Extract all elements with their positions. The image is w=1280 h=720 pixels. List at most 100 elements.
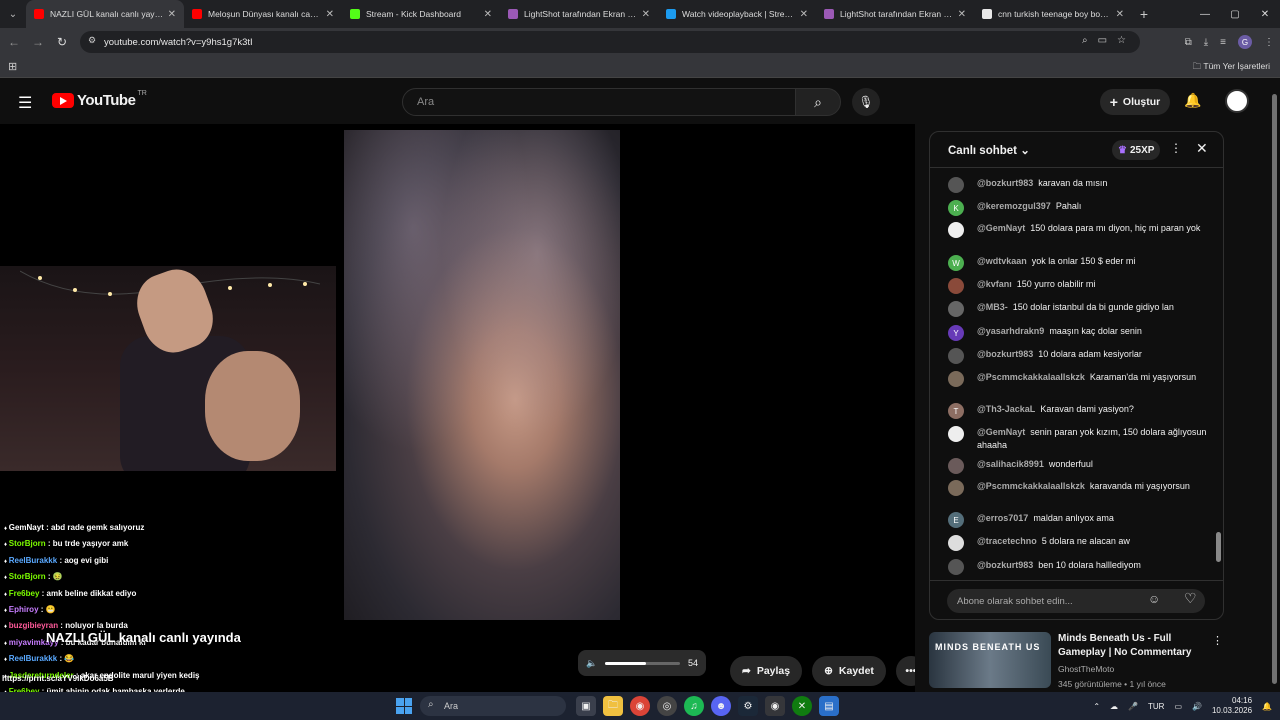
tab-close-icon[interactable]: ✕ bbox=[326, 9, 334, 20]
browser-menu-icon[interactable]: ⋮ bbox=[1264, 37, 1274, 48]
chat-avatar[interactable]: T bbox=[948, 403, 964, 419]
chat-options-icon[interactable]: ⋮ bbox=[1170, 141, 1182, 155]
chat-username[interactable]: @kvfanı bbox=[977, 279, 1012, 289]
chat-username[interactable]: @wdtvkaan bbox=[977, 256, 1027, 266]
chat-scrollbar-thumb[interactable] bbox=[1216, 532, 1221, 562]
chat-avatar[interactable]: K bbox=[948, 200, 964, 216]
chat-message[interactable]: T @Th3-JackaL Karavan dami yasiyon? bbox=[948, 403, 1208, 419]
chat-username[interactable]: @GemNayt bbox=[977, 427, 1025, 437]
cloud-icon[interactable]: ☁ bbox=[1110, 702, 1118, 711]
recommended-channel[interactable]: GhostTheMoto bbox=[1058, 664, 1114, 674]
chat-username[interactable]: @Pscmmckakkalaallskzk bbox=[977, 372, 1085, 382]
all-bookmarks-link[interactable]: 🗀 Tüm Yer İşaretleri bbox=[1193, 61, 1270, 75]
minimize-icon[interactable]: — bbox=[1190, 9, 1220, 20]
xbox-icon[interactable]: ✕ bbox=[792, 696, 812, 716]
chat-message[interactable]: @salihacik8991 wonderfuul bbox=[948, 458, 1208, 474]
windows-start-icon[interactable] bbox=[396, 698, 412, 714]
browser-tab[interactable]: Watch videoplayback | Streamable ✕ bbox=[658, 0, 816, 28]
reading-list-icon[interactable]: ≡ bbox=[1220, 37, 1226, 48]
chat-message[interactable]: @GemNayt 150 dolara para mı diyon, hiç mi… bbox=[948, 222, 1208, 238]
tab-close-icon[interactable]: ✕ bbox=[484, 9, 492, 20]
steam-icon[interactable]: ⚙ bbox=[738, 696, 758, 716]
search-input[interactable]: Ara bbox=[402, 88, 796, 116]
chat-username[interactable]: @GemNayt bbox=[977, 223, 1025, 233]
voice-search-button[interactable]: 🎙 bbox=[852, 88, 880, 116]
chat-avatar[interactable] bbox=[948, 371, 964, 387]
chat-username[interactable]: @Th3-JackaL bbox=[977, 404, 1035, 414]
reload-icon[interactable]: ↻ bbox=[50, 35, 74, 49]
new-tab-button[interactable]: + bbox=[1132, 6, 1156, 22]
page-scrollbar-thumb[interactable] bbox=[1272, 94, 1277, 684]
save-button[interactable]: ⊕ Kaydet bbox=[812, 656, 886, 686]
menu-hamburger-icon[interactable]: ☰ bbox=[18, 93, 32, 113]
tab-close-icon[interactable]: ✕ bbox=[168, 9, 176, 20]
apps-grid-icon[interactable]: ⊞ bbox=[8, 60, 17, 73]
chat-username[interactable]: @erros7017 bbox=[977, 513, 1028, 523]
chat-message[interactable]: W @wdtvkaan yok la onlar 150 $ eder mi bbox=[948, 255, 1208, 271]
task-view-icon[interactable]: ▣ bbox=[576, 696, 596, 716]
volume-slider[interactable] bbox=[605, 661, 680, 665]
notifications-bell-icon[interactable]: 🔔 bbox=[1184, 92, 1201, 109]
language-indicator[interactable]: TUR bbox=[1148, 702, 1164, 711]
browser-tab[interactable]: LightShot tarafından Ekran Görüntüsü ✕ bbox=[816, 0, 974, 28]
tray-chevron-icon[interactable]: ⌃ bbox=[1093, 702, 1100, 711]
recommended-video[interactable]: MINDS BENEATH US Minds Beneath Us - Full… bbox=[929, 628, 1229, 692]
chat-username[interactable]: @keremozgul397 bbox=[977, 201, 1051, 211]
extensions-icon[interactable]: ⧉ bbox=[1185, 37, 1192, 48]
chat-avatar[interactable] bbox=[948, 426, 964, 442]
notification-center-icon[interactable]: 🔔 bbox=[1262, 702, 1272, 711]
chat-username[interactable]: @Pscmmckakkalaallskzk bbox=[977, 481, 1085, 491]
tab-search-chevron-icon[interactable]: ⌄ bbox=[0, 0, 26, 28]
chat-username[interactable]: @bozkurt983 bbox=[977, 349, 1033, 359]
chat-avatar[interactable] bbox=[948, 458, 964, 474]
speaker-icon[interactable]: 🔊 bbox=[1192, 702, 1202, 711]
chat-message[interactable]: @kvfanı 150 yurro olabilir mi bbox=[948, 278, 1208, 294]
more-actions-button[interactable]: ••• bbox=[895, 656, 915, 686]
chat-message[interactable]: @tracetechno 5 dolara ne alacan aw bbox=[948, 535, 1208, 551]
forward-icon[interactable]: → bbox=[26, 35, 50, 49]
chat-scrollbar[interactable] bbox=[1216, 170, 1222, 578]
chat-username[interactable]: @bozkurt983 bbox=[977, 560, 1033, 570]
chat-message[interactable]: @MB3- 150 dolar istanbul da bi gunde gidi… bbox=[948, 301, 1208, 317]
browser-tab[interactable]: NAZLI GÜL kanalı canlı yayında ✕ bbox=[26, 0, 184, 28]
browser-tab[interactable]: Stream - Kick Dashboard ✕ bbox=[342, 0, 500, 28]
mic-tray-icon[interactable]: 🎤 bbox=[1128, 702, 1138, 711]
chat-username[interactable]: @yasarhdrakn9 bbox=[977, 326, 1044, 336]
url-bar[interactable]: ⚙ youtube.com/watch?v=y9hs1g7k3tI ⌕ ▭ ☆ bbox=[80, 31, 1140, 53]
clock[interactable]: 04:16 10.03.2026 bbox=[1212, 696, 1252, 716]
chat-avatar[interactable] bbox=[948, 222, 964, 238]
browser-tab[interactable]: LightShot tarafından Ekran Görüntüsü ✕ bbox=[500, 0, 658, 28]
chat-avatar[interactable] bbox=[948, 301, 964, 317]
chat-avatar[interactable] bbox=[948, 348, 964, 364]
share-button[interactable]: ➦ Paylaş bbox=[730, 656, 803, 686]
chat-message[interactable]: @Pscmmckakkalaallskzk karavanda mi yaşıyo… bbox=[948, 480, 1208, 496]
app-icon[interactable]: ▤ bbox=[819, 696, 839, 716]
browser-tab[interactable]: cnn turkish teenage boy bomb ✕ bbox=[974, 0, 1132, 28]
bookmark-star-icon[interactable]: ☆ bbox=[1117, 35, 1126, 46]
chat-message[interactable]: @GemNayt senin paran yok kızım, 150 dolar… bbox=[948, 426, 1208, 451]
chat-message[interactable]: @bozkurt983 karavan da mısın bbox=[948, 177, 1208, 193]
page-scrollbar[interactable] bbox=[1270, 82, 1280, 692]
youtube-logo[interactable]: YouTube TR bbox=[52, 90, 147, 109]
back-icon[interactable]: ← bbox=[2, 35, 26, 49]
recommended-thumbnail[interactable]: MINDS BENEATH US bbox=[929, 632, 1051, 688]
browser-active-icon[interactable]: ◉ bbox=[765, 696, 785, 716]
chat-input[interactable]: Abone olarak sohbet edin... bbox=[947, 589, 1205, 613]
tab-close-icon[interactable]: ✕ bbox=[800, 9, 808, 20]
tab-close-icon[interactable]: ✕ bbox=[958, 9, 966, 20]
chat-avatar[interactable] bbox=[948, 480, 964, 496]
recommended-title[interactable]: Minds Beneath Us - Full Gameplay | No Co… bbox=[1058, 632, 1208, 660]
search-button[interactable]: ⌕ bbox=[795, 88, 841, 116]
user-avatar[interactable] bbox=[1225, 89, 1249, 113]
download-icon[interactable]: ⤓ bbox=[1204, 37, 1208, 48]
chat-message[interactable]: @Pscmmckakkalaallskzk Karaman'da mi yaşıy… bbox=[948, 371, 1208, 387]
chat-mode-dropdown[interactable]: Canlı sohbet ⌄ bbox=[948, 143, 1030, 157]
obs-icon[interactable]: ◎ bbox=[657, 696, 677, 716]
browser-tab[interactable]: Meloşun Dünyası kanalı canlı yayında ✕ bbox=[184, 0, 342, 28]
chat-username[interactable]: @tracetechno bbox=[977, 536, 1037, 546]
volume-icon[interactable]: 🔈 bbox=[586, 658, 597, 669]
site-info-icon[interactable]: ⚙ bbox=[88, 35, 96, 46]
chat-avatar[interactable] bbox=[948, 278, 964, 294]
emoji-icon[interactable]: ☺ bbox=[1148, 592, 1160, 606]
spotify-icon[interactable]: ♫ bbox=[684, 696, 704, 716]
